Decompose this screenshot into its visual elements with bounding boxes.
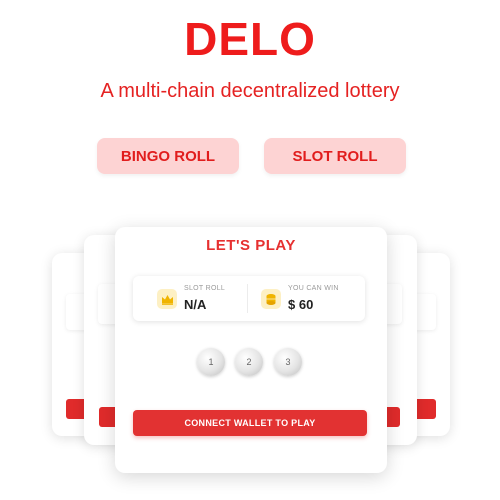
slot-roll-value: N/A (184, 297, 207, 312)
slot-roll-button[interactable]: SLOT ROLL (264, 138, 406, 174)
win-value: $ 60 (288, 297, 314, 312)
slot-roll-label: SLOT ROLL (184, 285, 226, 292)
app-subtitle: A multi-chain decentralized lottery (100, 80, 400, 102)
connect-wallet-button[interactable]: CONNECT WALLET TO PLAY (133, 410, 367, 436)
prize-info-box: SLOT ROLL N/A YOU CAN WIN $ 60 (133, 276, 365, 321)
crown-icon (157, 289, 177, 309)
info-divider (247, 284, 248, 313)
bingo-roll-button[interactable]: BINGO ROLL (97, 138, 239, 174)
play-card-title: LET'S PLAY (206, 237, 296, 254)
lottery-ball-2: 2 (235, 348, 263, 376)
play-card: LET'S PLAY SLOT ROLL N/A YOU CAN WIN $ 6… (115, 227, 387, 473)
lottery-ball-1: 1 (197, 348, 225, 376)
lottery-ball-3: 3 (274, 348, 302, 376)
win-label: YOU CAN WIN (288, 285, 339, 292)
app-title: DELO (184, 13, 316, 65)
coin-stack-icon (261, 289, 281, 309)
